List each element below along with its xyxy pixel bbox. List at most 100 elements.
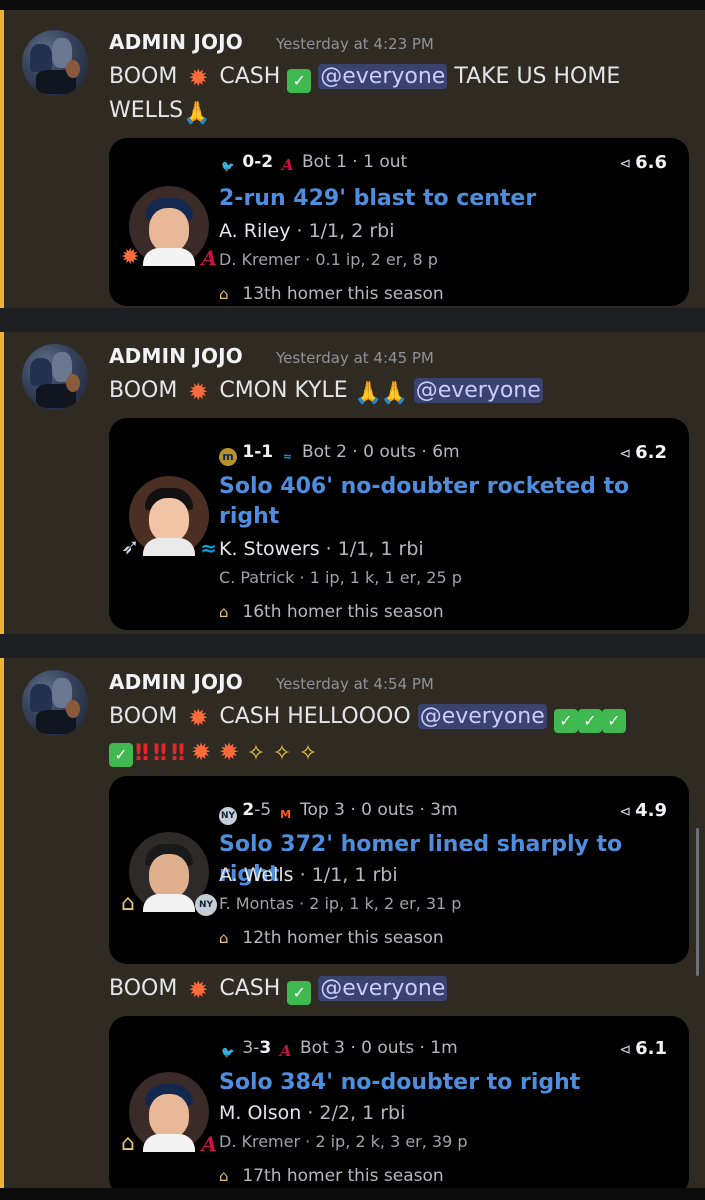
rocket-emoji-icon: ➶ [121,535,140,560]
collision-emoji-icon: ✹ [188,378,209,406]
check-mark-emoji-icon: ✓ [287,981,312,1005]
house-icon: ⌂ [219,929,229,947]
double-exclamation-emoji-icon: ‼ [171,741,185,766]
house-icon: ⌂ [219,285,229,303]
braves-logo-icon: A [281,156,294,174]
check-mark-emoji-icon: ✓ [577,709,602,733]
message-text-line-2: WELLS🙏 [109,98,211,126]
timestamp: Yesterday at 4:23 PM [276,35,434,53]
username[interactable]: ADMIN JOJO [109,344,243,368]
exit-velocity: ⊲ 6.6 [619,152,667,173]
batter-line: A. Wells · 1/1, 1 rbi [219,864,398,886]
everyone-mention[interactable]: @everyone [318,976,448,1001]
message-divider [0,308,705,332]
collision-emoji-icon: ✹ [218,738,240,766]
username[interactable]: ADMIN JOJO [109,30,243,54]
message-text: BOOM ✹ CASH HELLOOOO @everyone ✓ ✓ ✓ [109,700,626,734]
pitcher-line: D. Kremer · 2 ip, 2 k, 3 er, 39 p [219,1132,468,1151]
marlins-logo-icon: ≈ [282,450,293,463]
message-divider [0,634,705,658]
yankees-logo-icon: NY [219,807,237,825]
avatar[interactable] [22,670,88,736]
orioles-logo-icon: 🐦 [221,160,235,173]
homer-title[interactable]: Solo 384' no-doubter to right [219,1068,659,1098]
message[interactable]: ADMIN JOJO Yesterday at 4:23 PM BOOM ✹ C… [0,10,705,308]
house-icon: ⌂ [219,603,229,621]
house-with-garden-emoji-icon: ⌂ [121,1131,135,1156]
username[interactable]: ADMIN JOJO [109,670,243,694]
player-avatar: ⌂ A [121,1072,217,1156]
timestamp: Yesterday at 4:54 PM [276,675,434,693]
avatar[interactable] [22,30,88,96]
message-text: BOOM ✹ CASH ✓ @everyone TAKE US HOME [109,64,621,93]
exit-velocity: ⊲ 4.9 [619,800,667,821]
game-score-line: NY 2-5 M Top 3 · 0 outs · 3m [219,800,458,825]
collision-emoji-icon: ✹ [188,976,209,1004]
avatar[interactable] [22,344,88,410]
player-avatar: ✹ A [121,186,217,270]
check-mark-emoji-icon: ✓ [109,743,133,767]
game-score-line: 🐦 0-2 A Bot 1 · 1 out [219,152,407,176]
homer-embed-card[interactable]: NY 2-5 M Top 3 · 0 outs · 3m ⊲ 4.9 ⌂ NY S… [109,776,689,964]
everyone-mention[interactable]: @everyone [413,378,543,403]
player-avatar: ➶ ≈ [121,476,217,560]
braves-logo-icon: A [279,1042,292,1060]
check-mark-emoji-icon: ✓ [601,709,626,733]
brewers-logo-icon: m [219,448,237,466]
folded-hands-emoji-icon: 🙏 [380,381,409,406]
batter-line: A. Riley · 1/1, 2 rbi [219,220,395,242]
collision-emoji-icon: ✹ [188,64,209,92]
homer-count-line: ⌂ 12th homer this season [219,928,444,948]
scrollbar[interactable] [696,828,699,976]
homer-title[interactable]: Solo 406' no-doubter rocketed to right [219,472,659,532]
trajectory-icon: ⊲ [619,446,632,462]
message-text: BOOM ✹ CMON KYLE 🙏🙏 @everyone [109,378,543,406]
check-mark-emoji-icon: ✓ [553,709,578,733]
mets-logo-icon: M [280,808,292,821]
batter-line: M. Olson · 2/2, 1 rbi [219,1102,406,1124]
pitcher-line: C. Patrick · 1 ip, 1 k, 1 er, 25 p [219,568,462,587]
homer-embed-card[interactable]: m 1-1 ≈ Bot 2 · 0 outs · 6m ⊲ 6.2 ➶ ≈ Sol… [109,418,689,630]
homer-count-line: ⌂ 13th homer this season [219,284,444,304]
everyone-mention[interactable]: @everyone [318,64,448,89]
homer-embed-card[interactable]: 🐦 3-3 A Bot 3 · 0 outs · 1m ⊲ 6.1 ⌂ A Sol… [109,1016,689,1196]
double-exclamation-emoji-icon: ‼ [153,741,167,766]
exit-velocity: ⊲ 6.2 [619,442,667,463]
folded-hands-emoji-icon: 🙏 [183,101,211,126]
trajectory-icon: ⊲ [619,156,632,172]
braves-logo-icon: A [201,1132,217,1156]
collision-emoji-icon: ✹ [190,738,212,766]
trajectory-icon: ⊲ [619,804,632,820]
message[interactable]: ADMIN JOJO Yesterday at 4:45 PM BOOM ✹ C… [0,332,705,634]
game-score-line: m 1-1 ≈ Bot 2 · 0 outs · 6m [219,442,460,466]
marlins-logo-icon: ≈ [200,536,217,560]
batter-line: K. Stowers · 1/1, 1 rbi [219,538,424,560]
homer-title[interactable]: 2-run 429' blast to center [219,184,659,214]
folded-hands-emoji-icon: 🙏 [354,381,383,406]
dizzy-emoji-icon: ✧ [246,741,266,766]
collision-emoji-icon: ✹ [121,245,140,270]
check-mark-emoji-icon: ✓ [287,69,312,93]
house-with-garden-emoji-icon: ⌂ [121,891,135,916]
collision-emoji-icon: ✹ [188,704,209,732]
yankees-logo-icon: NY [195,894,217,916]
timestamp: Yesterday at 4:45 PM [276,349,434,367]
trajectory-icon: ⊲ [619,1042,632,1058]
house-icon: ⌂ [219,1167,229,1185]
exit-velocity: ⊲ 6.1 [619,1038,667,1059]
everyone-mention[interactable]: @everyone [417,704,547,729]
bottom-bar [0,1188,705,1200]
orioles-logo-icon: 🐦 [221,1046,235,1059]
message-text-line-2: ✓ ‼ ‼ ‼ ✹ ✹ ✧ ✧ ✧ [109,734,321,768]
followup-message-text: BOOM ✹ CASH ✓ @everyone [109,976,448,1005]
pitcher-line: D. Kremer · 0.1 ip, 2 er, 8 p [219,250,438,269]
top-bar [0,0,705,10]
message[interactable]: ADMIN JOJO Yesterday at 4:54 PM BOOM ✹ C… [0,658,705,1196]
homer-embed-card[interactable]: 🐦 0-2 A Bot 1 · 1 out ⊲ 6.6 ✹ A 2-run 429… [109,138,689,306]
homer-count-line: ⌂ 17th homer this season [219,1166,444,1186]
double-exclamation-emoji-icon: ‼ [135,741,149,766]
pitcher-line: F. Montas · 2 ip, 1 k, 2 er, 31 p [219,894,462,913]
homer-count-line: ⌂ 16th homer this season [219,602,444,622]
dizzy-emoji-icon: ✧ [272,741,292,766]
braves-logo-icon: A [201,246,217,270]
